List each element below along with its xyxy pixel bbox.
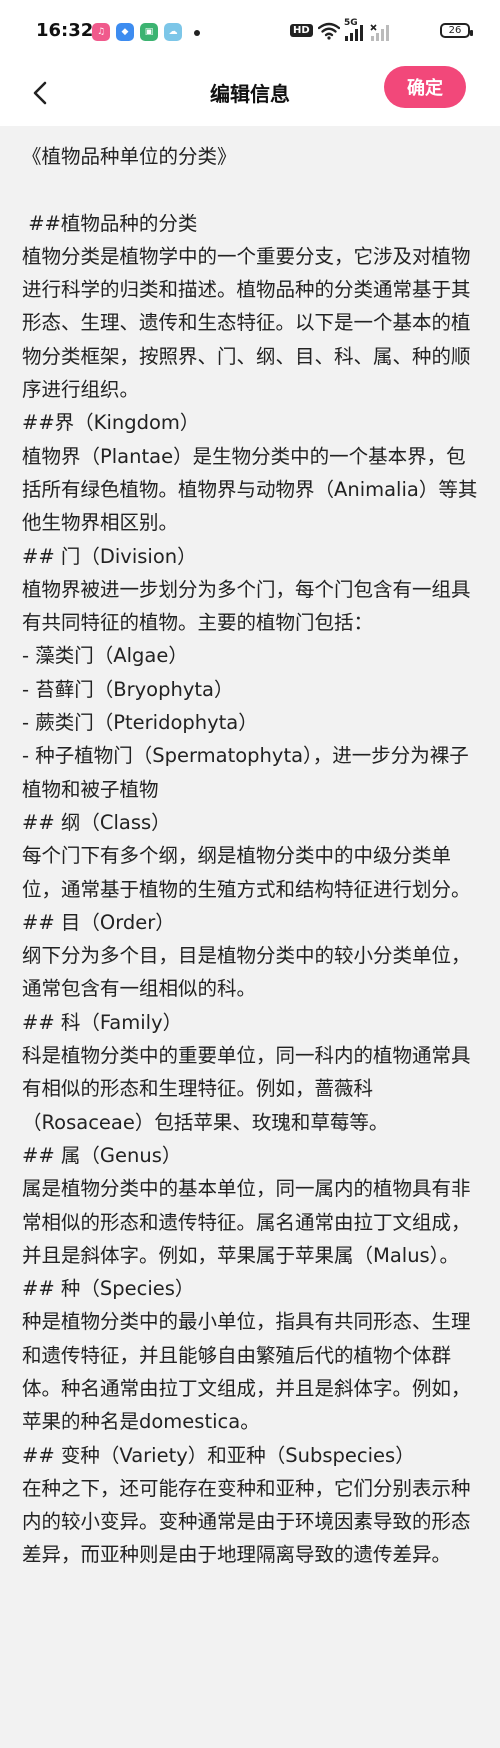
chat-app-icon: ☁ xyxy=(164,23,182,41)
battery-icon: 26 xyxy=(440,23,473,38)
signal-strength-icon xyxy=(345,25,363,41)
hd-badge: HD xyxy=(290,24,313,37)
status-time: 16:32 xyxy=(36,20,94,41)
editor-area: 《植物品种单位的分类》 ##植物品种的分类 植物分类是植物学中的一个重要分支，它… xyxy=(0,126,500,1748)
edit-info-screen: 16:32 ♫ ◆ ▣ ☁ HD 5G 26 编辑信息 确定 《植物品种单位的分… xyxy=(0,0,500,1748)
back-button[interactable] xyxy=(24,74,64,114)
confirm-button[interactable]: 确定 xyxy=(384,66,466,108)
status-bar: 16:32 ♫ ◆ ▣ ☁ HD 5G 26 xyxy=(0,0,500,62)
status-indicators: HD 5G 26 xyxy=(290,18,473,44)
shop-app-icon: ▣ xyxy=(140,23,158,41)
more-notifications-icon xyxy=(194,30,200,36)
music-app-icon: ♫ xyxy=(92,23,110,41)
chevron-left-icon xyxy=(33,81,47,105)
battery-level: 26 xyxy=(448,25,462,36)
battery-cap xyxy=(470,30,473,36)
signal-strength-secondary-icon xyxy=(370,24,389,41)
bird-app-icon: ◆ xyxy=(116,23,134,41)
wifi-icon xyxy=(318,22,340,40)
top-app-bar: 编辑信息 确定 xyxy=(0,62,500,126)
content-editor[interactable]: 《植物品种单位的分类》 ##植物品种的分类 植物分类是植物学中的一个重要分支，它… xyxy=(0,126,500,1748)
